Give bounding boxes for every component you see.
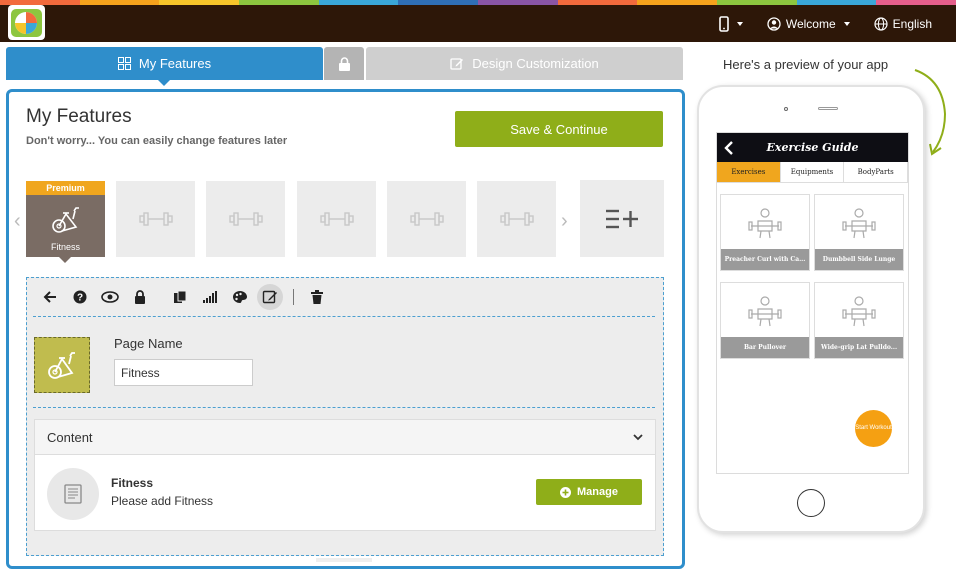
carousel-next-icon[interactable]: ›	[561, 210, 568, 233]
feature-label: Fitness	[50, 242, 80, 252]
edit-icon[interactable]	[257, 284, 283, 310]
toolbar-divider	[293, 289, 294, 305]
feature-tile-empty[interactable]	[206, 181, 285, 257]
start-workout-button[interactable]: Start Workout	[855, 410, 892, 447]
feature-toolbar: ?	[35, 284, 332, 310]
exercise-card-label: Preacher Curl with Ca...	[721, 249, 809, 270]
chevron-down-icon	[843, 21, 850, 26]
language-label: English	[892, 16, 932, 31]
content-header[interactable]: Content	[35, 420, 655, 455]
carousel-prev-icon[interactable]: ‹	[14, 210, 21, 233]
features-panel: My Features Don't worry... You can easil…	[6, 89, 685, 569]
dumbbell-icon	[138, 212, 173, 226]
lock-icon	[338, 56, 350, 71]
feature-tile-fitness[interactable]: Premium Fitness	[26, 181, 105, 263]
signal-icon[interactable]	[195, 284, 225, 310]
edit-square-icon	[450, 57, 464, 70]
device-dropdown[interactable]	[719, 15, 743, 32]
add-feature-button[interactable]	[580, 180, 664, 257]
divider	[33, 316, 655, 317]
globe-icon	[874, 16, 888, 31]
appypie-logo-icon	[11, 9, 42, 37]
app-title: Exercise Guide	[766, 141, 859, 154]
feature-tile-empty[interactable]	[297, 181, 376, 257]
app-tab-exercises[interactable]: Exercises	[717, 162, 781, 182]
back-chevron-icon[interactable]	[724, 140, 734, 155]
dumbbell-icon	[409, 212, 444, 226]
premium-badge: Premium	[26, 181, 105, 195]
weightlifter-icon	[842, 207, 876, 238]
preview-eye-icon[interactable]	[95, 284, 125, 310]
phone-speaker	[818, 107, 838, 110]
weightlifter-icon	[748, 295, 782, 326]
content-header-label: Content	[47, 429, 93, 445]
app-logo[interactable]	[8, 5, 45, 40]
exercise-bike-icon	[51, 207, 79, 233]
exercise-card-label: Dumbbell Side Lunge	[815, 249, 903, 270]
back-arrow-icon[interactable]	[35, 284, 65, 310]
lock-icon[interactable]	[125, 284, 155, 310]
page-subtitle: Don't worry... You can easily change fea…	[26, 135, 288, 147]
manage-label: Manage	[577, 486, 618, 498]
exercise-bike-icon	[48, 352, 75, 379]
tab-my-features-label: My Features	[138, 56, 212, 71]
plus-circle-icon	[560, 486, 572, 498]
grid-icon	[117, 57, 131, 70]
app-tab-equipments[interactable]: Equipments	[781, 162, 845, 182]
welcome-label: Welcome	[785, 16, 836, 31]
weightlifter-icon	[748, 207, 782, 238]
save-continue-button[interactable]: Save & Continue	[455, 111, 663, 147]
tab-my-features[interactable]: My Features	[6, 47, 323, 86]
page-icon-picker[interactable]	[34, 337, 90, 393]
exercise-card-label: Bar Pullover	[721, 337, 809, 358]
copy-icon[interactable]	[165, 284, 195, 310]
language-selector[interactable]: English	[874, 17, 932, 31]
dumbbell-icon	[499, 212, 534, 226]
dumbbell-icon	[228, 212, 263, 226]
content-item-icon	[47, 468, 99, 520]
feature-tile-empty[interactable]	[477, 181, 556, 257]
manage-button[interactable]: Manage	[536, 479, 642, 505]
app-tabs: Exercises Equipments BodyParts	[717, 162, 908, 183]
content-section: Content Fitness Please add Fitness Manag…	[34, 419, 656, 531]
exercise-card[interactable]: Bar Pullover	[720, 282, 810, 359]
tab-lock[interactable]	[324, 47, 364, 80]
app-preview-screen: Exercise Guide Exercises Equipments Body…	[716, 132, 909, 474]
document-list-icon	[64, 484, 82, 504]
weightlifter-icon	[842, 295, 876, 326]
feature-tile-empty[interactable]	[116, 181, 195, 257]
help-icon[interactable]: ?	[65, 284, 95, 310]
delete-icon[interactable]	[302, 284, 332, 310]
tab-design-label: Design Customization	[472, 56, 599, 71]
add-list-icon	[606, 209, 638, 228]
feature-tile-empty[interactable]	[387, 181, 466, 257]
exercise-card[interactable]: Wide-grip Lat Pulldo...	[814, 282, 904, 359]
preview-heading: Here's a preview of your app	[723, 57, 889, 72]
exercise-card[interactable]: Preacher Curl with Ca...	[720, 194, 810, 271]
page-title: My Features	[26, 106, 132, 127]
app-tab-bodyparts[interactable]: BodyParts	[844, 162, 908, 182]
phone-home-button	[797, 489, 825, 517]
mobile-phone-icon	[719, 15, 729, 32]
scroll-indicator	[316, 558, 372, 562]
chevron-down-icon	[736, 21, 743, 26]
tab-design-customization[interactable]: Design Customization	[366, 47, 683, 80]
user-circle-icon	[767, 16, 781, 31]
top-bar: Welcome English	[0, 5, 956, 42]
app-header: Exercise Guide	[717, 133, 908, 162]
dumbbell-icon	[319, 212, 354, 226]
phone-camera	[784, 107, 788, 111]
page-name-input[interactable]	[114, 359, 253, 386]
content-item-title: Fitness	[111, 476, 154, 490]
exercise-card-label: Wide-grip Lat Pulldo...	[815, 337, 903, 358]
divider	[33, 407, 655, 408]
welcome-menu[interactable]: Welcome	[767, 17, 850, 31]
chevron-down-icon	[633, 433, 643, 440]
page-name-label: Page Name	[114, 336, 183, 351]
exercise-card[interactable]: Dumbbell Side Lunge	[814, 194, 904, 271]
feature-edit-area: ? Page Name Content	[26, 277, 664, 556]
palette-icon[interactable]	[225, 284, 255, 310]
content-item-subtitle: Please add Fitness	[111, 494, 214, 508]
svg-text:?: ?	[77, 293, 83, 304]
